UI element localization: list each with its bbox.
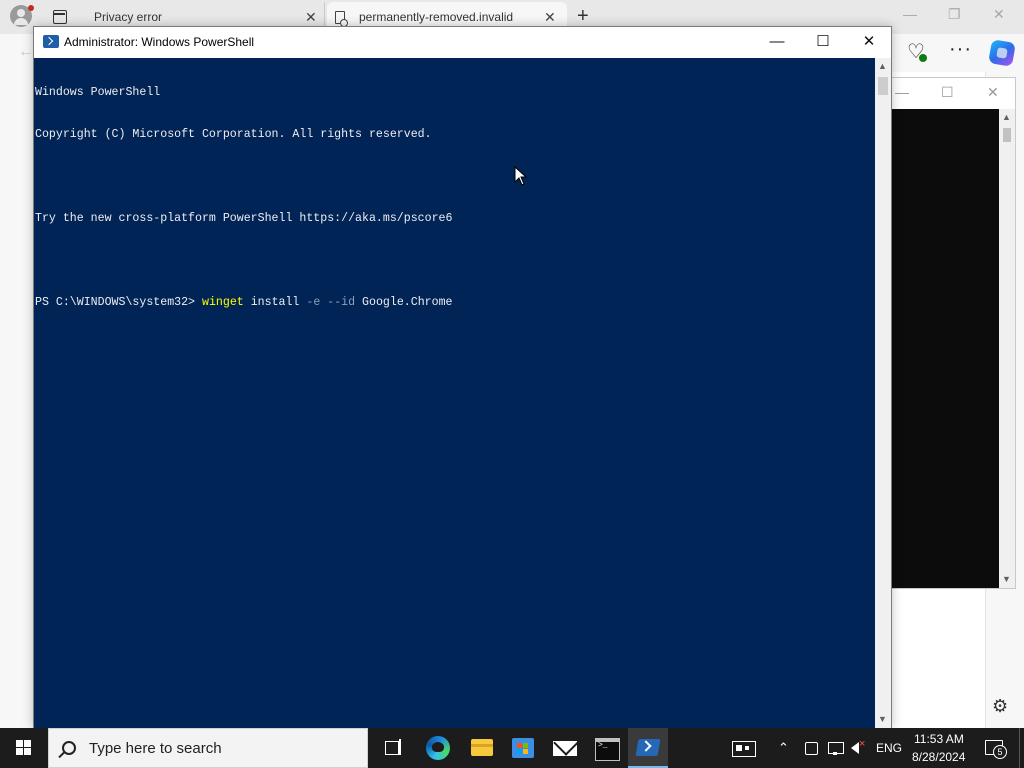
console-titlebar[interactable]: — ☐ ✕ — [889, 78, 1015, 109]
console-scroll-down-icon[interactable]: ▼ — [1002, 574, 1011, 584]
console-line: Windows PowerShell — [35, 86, 161, 99]
browser-close-button[interactable]: ✕ — [993, 6, 1005, 23]
console-minimize-button[interactable]: — — [895, 84, 909, 100]
close-button[interactable]: ✕ — [846, 31, 892, 53]
console-line: Try the new cross-platform PowerShell ht… — [35, 212, 453, 225]
powershell-taskbar-icon[interactable] — [628, 728, 668, 768]
volume-muted-icon[interactable] — [849, 728, 867, 768]
console-scroll-thumb[interactable] — [1003, 128, 1011, 142]
command-parameter: --id — [327, 296, 356, 309]
back-arrow-icon[interactable]: ← — [18, 43, 34, 61]
left-panel — [0, 72, 34, 728]
edge-taskbar-icon[interactable] — [418, 728, 458, 768]
news-widget-icon[interactable] — [730, 728, 756, 768]
page-error-icon — [335, 11, 348, 27]
taskbar-search-box[interactable]: Type here to search — [48, 728, 368, 768]
command-argument: Google.Chrome — [355, 296, 453, 309]
console-close-button[interactable]: ✕ — [987, 84, 999, 101]
sidebar-settings-icon[interactable]: ⚙ — [992, 696, 1008, 717]
command-argument: install — [243, 296, 307, 309]
console-scroll-up-icon[interactable]: ▲ — [1002, 112, 1011, 122]
notification-center-icon[interactable]: 5 — [983, 728, 1013, 768]
prompt-text: PS C:\WINDOWS\system32> — [35, 296, 202, 309]
scroll-up-icon[interactable]: ▲ — [878, 61, 887, 71]
console-window-background[interactable]: — ☐ ✕ ▲ ▼ — [888, 77, 1016, 589]
start-button[interactable] — [0, 728, 48, 768]
network-icon[interactable] — [826, 728, 844, 768]
browser-essentials-icon[interactable] — [906, 39, 928, 64]
powershell-icon — [43, 35, 59, 48]
search-icon — [62, 741, 76, 755]
microsoft-store-icon[interactable] — [502, 728, 542, 768]
vertical-scrollbar[interactable] — [875, 58, 891, 728]
browser-minimize-button[interactable]: — — [903, 6, 917, 22]
notification-count-badge: 5 — [993, 745, 1007, 759]
scroll-down-icon[interactable]: ▼ — [878, 714, 887, 724]
window-title: Administrator: Windows PowerShell — [64, 35, 255, 49]
powershell-window[interactable]: Administrator: Windows PowerShell — ☐ ✕ … — [33, 26, 892, 728]
copilot-icon[interactable] — [988, 39, 1016, 67]
search-placeholder: Type here to search — [89, 740, 222, 757]
minimize-button[interactable]: — — [754, 31, 800, 53]
tab-actions-icon[interactable] — [50, 8, 68, 24]
clock-time[interactable]: 11:53 AM — [914, 732, 974, 746]
console-maximize-button[interactable]: ☐ — [941, 84, 954, 101]
command-prompt-icon[interactable] — [586, 728, 626, 768]
command-name: winget — [201, 296, 244, 309]
powershell-titlebar[interactable]: Administrator: Windows PowerShell — ☐ ✕ — [34, 27, 891, 57]
taskbar: Type here to search ⌃ ENG 11:53 AM 8/28/… — [0, 728, 1024, 768]
task-view-icon[interactable] — [372, 728, 412, 768]
mail-icon[interactable] — [544, 728, 584, 768]
chevron-up-icon[interactable]: ⌃ — [778, 728, 794, 768]
maximize-button[interactable]: ☐ — [800, 31, 846, 53]
command-line[interactable]: PS C:\WINDOWS\system32> winget install -… — [35, 296, 453, 310]
scroll-thumb[interactable] — [878, 77, 888, 95]
device-icon[interactable] — [803, 728, 819, 768]
show-desktop-button[interactable] — [1019, 728, 1024, 768]
windows-logo-icon — [16, 740, 32, 756]
console-scrollbar[interactable] — [999, 109, 1015, 588]
console-line: Copyright (C) Microsoft Corporation. All… — [35, 128, 432, 141]
console-output[interactable]: Windows PowerShell Copyright (C) Microso… — [35, 58, 453, 338]
command-parameter: -e — [306, 296, 321, 309]
browser-restore-button[interactable]: ❐ — [948, 6, 961, 23]
language-indicator[interactable]: ENG — [876, 741, 902, 755]
file-explorer-icon[interactable] — [461, 728, 501, 768]
more-options-icon[interactable]: ··· — [949, 39, 971, 64]
profile-notification-dot — [28, 5, 34, 11]
clock-date[interactable]: 8/28/2024 — [912, 750, 965, 764]
console-body[interactable] — [889, 109, 999, 588]
